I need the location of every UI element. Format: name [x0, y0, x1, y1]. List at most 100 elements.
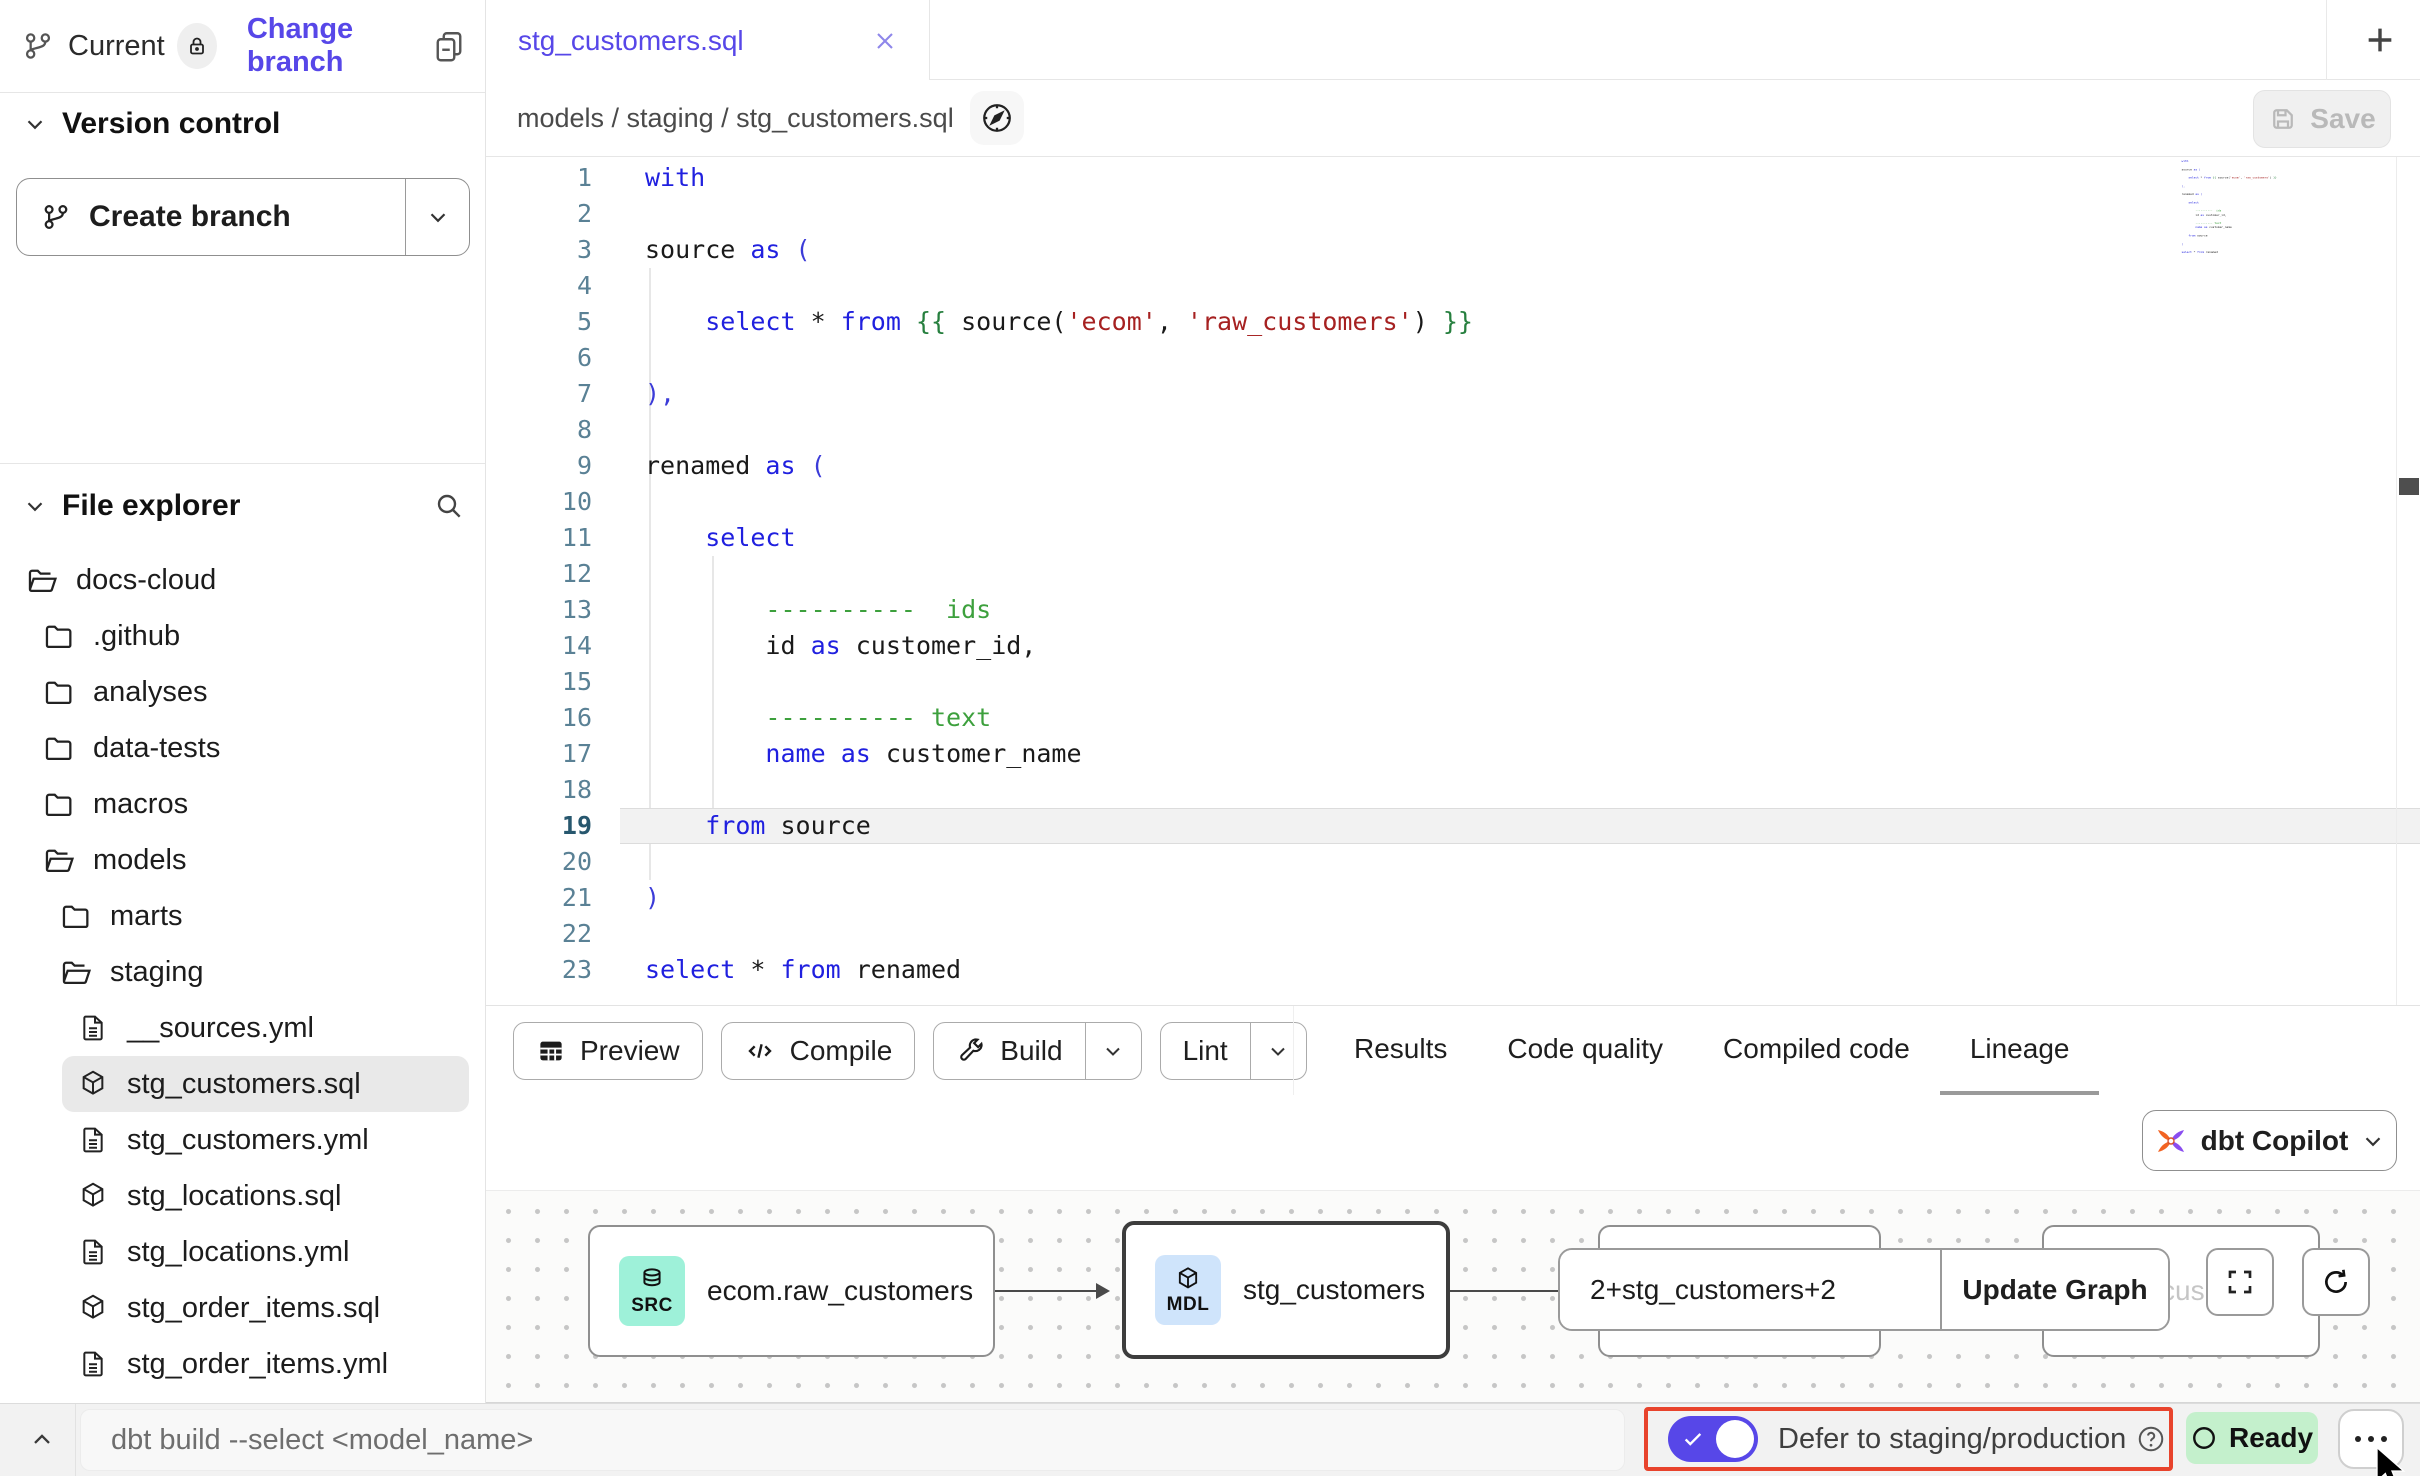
tree-item-stg-locations-yml[interactable]: stg_locations.yml	[0, 1224, 485, 1280]
code-line-8[interactable]: 8	[486, 412, 2420, 448]
tab-compiled-code[interactable]: Compiled code	[1693, 1006, 1940, 1096]
minimap[interactable]: withsource as ( select * from {{ source(…	[2177, 159, 2412, 439]
code-line-17[interactable]: 17 name as customer_name	[486, 736, 2420, 772]
code-line-5[interactable]: 5 select * from {{ source('ecom', 'raw_c…	[486, 304, 2420, 340]
tree-item-stg-customers-sql[interactable]: stg_customers.sql	[62, 1056, 469, 1112]
tree-item--sources-yml[interactable]: __sources.yml	[0, 1000, 485, 1056]
code-line-18[interactable]: 18	[486, 772, 2420, 808]
editor-toolbar: Preview Compile	[486, 1005, 2420, 1095]
code-line-4[interactable]: 4	[486, 268, 2420, 304]
dbt-copilot-button[interactable]: dbt Copilot	[2142, 1110, 2397, 1171]
code-line-10[interactable]: 10	[486, 484, 2420, 520]
fullscreen-button[interactable]	[2206, 1248, 2274, 1316]
file-explorer-title: File explorer	[62, 489, 240, 523]
code-line-14[interactable]: 14 id as customer_id,	[486, 628, 2420, 664]
code-line-22[interactable]: 22	[486, 916, 2420, 952]
lineage-selector-input[interactable]	[1560, 1250, 1940, 1329]
tree-item-stg-customers-yml[interactable]: stg_customers.yml	[0, 1112, 485, 1168]
close-icon[interactable]	[871, 27, 899, 55]
code-line-20[interactable]: 20	[486, 844, 2420, 880]
lint-dropdown-caret[interactable]	[1250, 1023, 1306, 1079]
tree-item-label: models	[93, 844, 187, 877]
defer-label: Defer to staging/production	[1778, 1423, 2126, 1456]
file-icon	[76, 1347, 110, 1381]
lineage-node-source[interactable]: SRC ecom.raw_customers	[588, 1225, 995, 1357]
tree-item-label: marts	[110, 900, 183, 933]
plus-icon	[2363, 23, 2397, 57]
folder-icon	[59, 899, 93, 933]
code-line-23[interactable]: 23select * from renamed	[486, 952, 2420, 988]
new-tab-button[interactable]	[2348, 8, 2412, 72]
tree-item-marts[interactable]: marts	[0, 888, 485, 944]
code-line-12[interactable]: 12	[486, 556, 2420, 592]
current-branch-label: Current	[68, 30, 165, 63]
tree-item--github[interactable]: .github	[0, 608, 485, 664]
code-line-9[interactable]: 9renamed as (	[486, 448, 2420, 484]
tab-stg-customers-sql[interactable]: stg_customers.sql	[486, 0, 930, 81]
save-button[interactable]: Save	[2253, 90, 2391, 148]
tree-item-stg-order-items-sql[interactable]: stg_order_items.sql	[0, 1280, 485, 1336]
save-icon	[2268, 104, 2298, 134]
command-input[interactable]	[80, 1409, 1625, 1471]
build-dropdown-caret[interactable]	[1085, 1023, 1141, 1079]
status-ready-badge[interactable]: Ready	[2186, 1412, 2318, 1464]
docs-compass-chip[interactable]	[970, 91, 1024, 145]
cube-icon	[1174, 1265, 1202, 1293]
tree-item-docs-cloud[interactable]: docs-cloud	[0, 552, 485, 608]
tree-item-analyses[interactable]: analyses	[0, 664, 485, 720]
change-branch-link[interactable]: Change branch	[247, 13, 431, 79]
lock-icon	[185, 34, 209, 58]
tab-code-quality[interactable]: Code quality	[1477, 1006, 1693, 1096]
tab-lineage[interactable]: Lineage	[1940, 1006, 2100, 1096]
build-button[interactable]: Build	[933, 1022, 1141, 1080]
code-line-3[interactable]: 3source as (	[486, 232, 2420, 268]
lineage-node-stg-customers[interactable]: MDL stg_customers	[1122, 1221, 1450, 1359]
code-line-16[interactable]: 16 ---------- text	[486, 700, 2420, 736]
code-line-13[interactable]: 13 ---------- ids	[486, 592, 2420, 628]
collapse-panel-button[interactable]	[24, 1422, 60, 1458]
code-icon	[744, 1035, 776, 1067]
tree-item-stg-locations-sql[interactable]: stg_locations.sql	[0, 1168, 485, 1224]
file-explorer-header[interactable]: File explorer	[0, 482, 485, 530]
editor-scrollbar-thumb[interactable]	[2399, 478, 2419, 495]
code-line-6[interactable]: 6	[486, 340, 2420, 376]
lint-button[interactable]: Lint	[1160, 1022, 1307, 1080]
copy-icon[interactable]	[431, 28, 467, 64]
version-control-header[interactable]: Version control	[0, 100, 485, 148]
compile-button[interactable]: Compile	[721, 1022, 916, 1080]
code-line-21[interactable]: 21)	[486, 880, 2420, 916]
tree-item-models[interactable]: models	[0, 832, 485, 888]
code-line-2[interactable]: 2	[486, 196, 2420, 232]
lineage-panel[interactable]: SRC ecom.raw_customers MDL stg_customers	[486, 1190, 2420, 1403]
preview-button[interactable]: Preview	[513, 1022, 703, 1080]
refresh-button[interactable]	[2302, 1248, 2370, 1316]
tree-item-data-tests[interactable]: data-tests	[0, 720, 485, 776]
code-line-11[interactable]: 11 select	[486, 520, 2420, 556]
tab-results[interactable]: Results	[1324, 1006, 1477, 1096]
search-icon[interactable]	[433, 490, 465, 522]
code-line-7[interactable]: 7),	[486, 376, 2420, 412]
model-icon	[76, 1067, 110, 1101]
tree-item-label: stg_locations.sql	[127, 1180, 341, 1213]
line-number: 7	[486, 376, 606, 412]
tree-item-stg-order-items-yml[interactable]: stg_order_items.yml	[0, 1336, 485, 1392]
defer-toggle[interactable]	[1668, 1416, 1758, 1462]
code-line-15[interactable]: 15	[486, 664, 2420, 700]
chevron-down-icon	[425, 204, 451, 230]
update-graph-button[interactable]: Update Graph	[1940, 1250, 2168, 1329]
tree-item-label: docs-cloud	[76, 564, 216, 597]
tree-item-staging[interactable]: staging	[0, 944, 485, 1000]
code-editor[interactable]: 1with23source as (45 select * from {{ so…	[486, 157, 2420, 1005]
tree-item-label: .github	[93, 620, 180, 653]
line-number: 19	[486, 808, 606, 844]
graph-selector-bar: Update Graph	[1558, 1248, 2170, 1331]
ready-label: Ready	[2229, 1422, 2313, 1454]
dbt-copilot-icon	[2153, 1123, 2189, 1159]
create-branch-button[interactable]: Create branch	[16, 178, 470, 256]
code-line-19[interactable]: 19 from source	[486, 808, 2420, 844]
tab-strip: stg_customers.sql	[486, 0, 2420, 80]
create-branch-caret[interactable]	[405, 179, 469, 255]
code-line-1[interactable]: 1with	[486, 160, 2420, 196]
help-icon[interactable]	[2136, 1424, 2166, 1454]
tree-item-macros[interactable]: macros	[0, 776, 485, 832]
